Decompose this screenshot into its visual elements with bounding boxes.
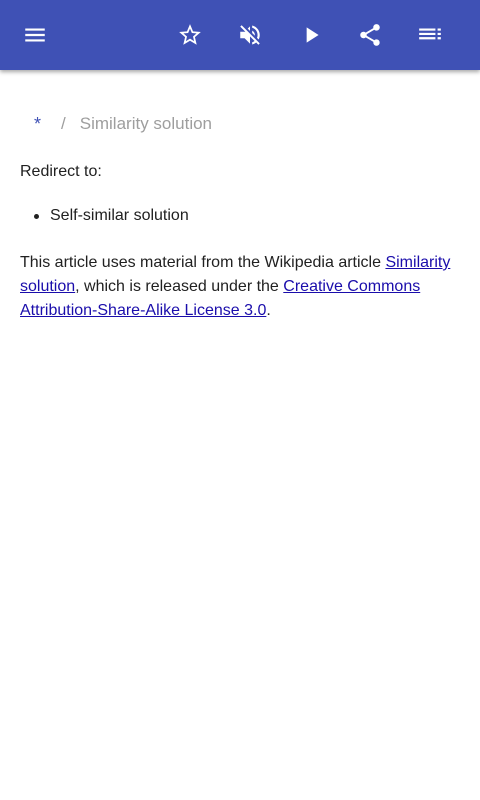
menu-button[interactable] [11,11,59,59]
redirect-list: Self-similar solution [20,204,460,228]
breadcrumb: * / Similarity solution [34,113,212,135]
breadcrumb-separator: / [61,114,66,133]
menu-icon [25,28,45,42]
share-button[interactable] [346,11,394,59]
mute-button[interactable] [226,11,274,59]
license-prefix: This article uses material from the Wiki… [20,254,386,271]
article-content: Redirect to: Self-similar solution This … [20,160,460,323]
share-icon [360,24,380,46]
breadcrumb-home-link[interactable]: * [34,114,41,135]
star-outline-icon [179,24,201,45]
playlist-icon [419,28,441,40]
license-suffix: . [266,302,271,319]
favorite-button[interactable] [166,11,214,59]
license-middle: , which is released under the [75,278,284,295]
play-button[interactable] [287,11,335,59]
play-icon [306,27,319,43]
license-notice: This article uses material from the Wiki… [20,251,460,323]
breadcrumb-current: Similarity solution [79,114,213,133]
app-toolbar [0,0,480,70]
redirect-item[interactable]: Self-similar solution [34,204,460,228]
volume-off-icon [240,25,260,45]
redirect-label: Redirect to: [20,163,102,180]
playlist-button[interactable] [406,11,454,59]
